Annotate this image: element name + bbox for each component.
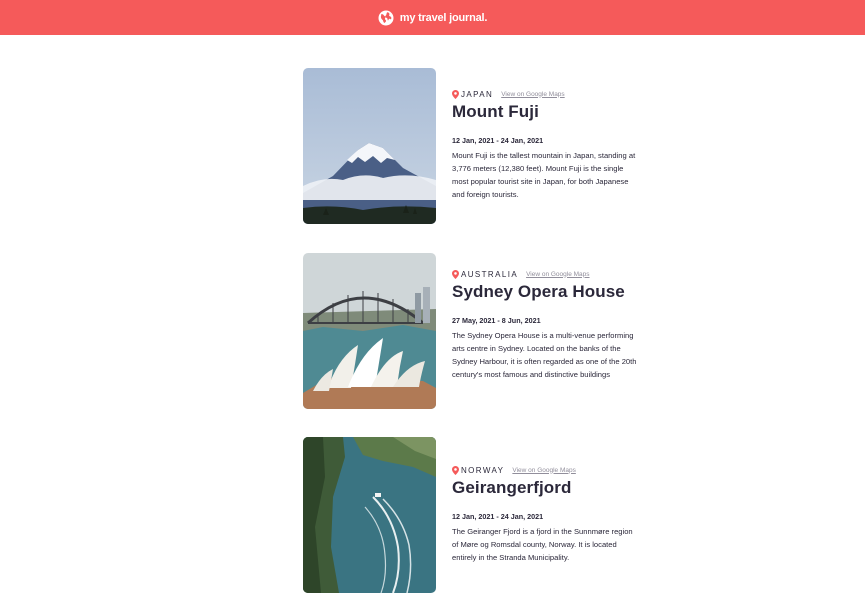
entry-info: JAPAN View on Google Maps Mount Fuji 12 … [452,68,640,201]
entry-country: AUSTRALIA [461,269,519,279]
journal-entry: JAPAN View on Google Maps Mount Fuji 12 … [303,68,643,224]
google-maps-link[interactable]: View on Google Maps [526,271,589,278]
entry-dates: 12 Jan, 2021 - 24 Jan, 2021 [452,512,544,521]
entry-image-sydney-opera-house [303,253,436,409]
entry-image-geirangerfjord [303,437,436,593]
entry-description: Mount Fuji is the tallest mountain in Ja… [452,151,636,199]
location-row: AUSTRALIA View on Google Maps [452,268,640,280]
journal-entry: NORWAY View on Google Maps Geirangerfjor… [303,437,643,593]
entry-info: AUSTRALIA View on Google Maps Sydney Ope… [452,253,640,381]
app-title: my travel journal. [399,11,488,24]
location-pin-icon [452,269,459,279]
entry-title: Mount Fuji [452,102,539,121]
entry-country: NORWAY [461,465,505,475]
journal-entry: AUSTRALIA View on Google Maps Sydney Ope… [303,253,643,409]
entry-title: Geirangerfjord [452,478,572,497]
location-row: NORWAY View on Google Maps [452,464,640,476]
globe-icon [378,10,394,26]
entry-title: Sydney Opera House [452,282,625,301]
entry-country: JAPAN [461,89,494,99]
entry-image-mount-fuji [303,68,436,224]
app-header: my travel journal. [0,0,865,35]
location-pin-icon [452,89,459,99]
entry-dates: 27 May, 2021 - 8 Jun, 2021 [452,316,541,325]
entry-dates: 12 Jan, 2021 - 24 Jan, 2021 [452,136,544,145]
entry-description: The Geiranger Fjord is a fjord in the Su… [452,527,633,562]
location-pin-icon [452,465,459,475]
location-row: JAPAN View on Google Maps [452,88,640,100]
entry-info: NORWAY View on Google Maps Geirangerfjor… [452,437,640,564]
google-maps-link[interactable]: View on Google Maps [512,467,575,474]
entry-description: The Sydney Opera House is a multi-venue … [452,331,637,379]
google-maps-link[interactable]: View on Google Maps [501,91,564,98]
